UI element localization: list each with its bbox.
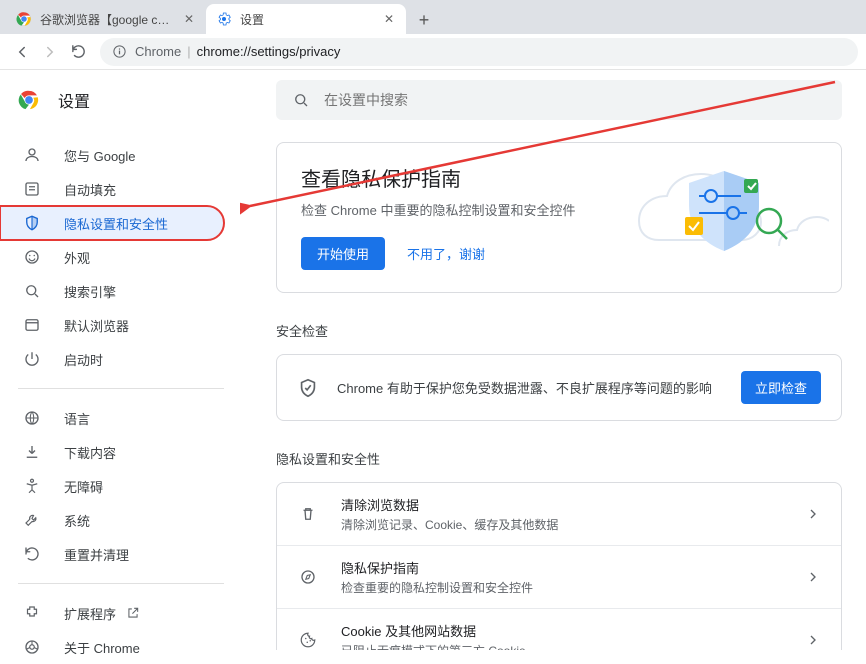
sidebar-item-downloads[interactable]: 下载内容 (0, 435, 224, 469)
close-icon[interactable]: ✕ (382, 12, 396, 26)
compass-icon (297, 566, 319, 588)
sidebar-item-default-browser[interactable]: 默认浏览器 (0, 308, 224, 342)
sidebar-item-label: 隐私设置和安全性 (64, 214, 168, 233)
sidebar-item-on-startup[interactable]: 启动时 (0, 342, 224, 376)
sidebar-item-about-chrome[interactable]: 关于 Chrome (0, 630, 224, 664)
search-icon (292, 91, 310, 109)
globe-icon (22, 408, 42, 428)
sidebar-item-privacy[interactable]: 隐私设置和安全性 (0, 206, 224, 240)
sidebar-item-label: 关于 Chrome (64, 638, 140, 657)
page-title: 设置 (58, 88, 90, 112)
tab-title: 谷歌浏览器【google chrome】 (40, 11, 176, 28)
browser-tab[interactable]: 谷歌浏览器【google chrome】 ✕ (6, 4, 206, 34)
extension-icon (22, 603, 42, 623)
sidebar-item-search-engine[interactable]: 搜索引擎 (0, 274, 224, 308)
privacy-row-guide[interactable]: 隐私保护指南 检查重要的隐私控制设置和安全控件 (277, 545, 841, 608)
safety-section-label: 安全检查 (276, 321, 842, 340)
sidebar-item-label: 您与 Google (64, 146, 136, 165)
sidebar-item-system[interactable]: 系统 (0, 503, 224, 537)
chevron-right-icon (805, 506, 821, 522)
sidebar-item-reset[interactable]: 重置并清理 (0, 537, 224, 571)
omnibox-separator: | (187, 44, 190, 59)
restore-icon (22, 544, 42, 564)
privacy-row-title: 隐私保护指南 (341, 558, 805, 577)
sidebar-item-label: 外观 (64, 248, 90, 267)
autofill-icon (22, 179, 42, 199)
sidebar-item-you-and-google[interactable]: 您与 Google (0, 138, 224, 172)
sidebar-item-label: 下载内容 (64, 443, 116, 462)
sidebar-item-label: 启动时 (64, 350, 103, 369)
download-icon (22, 442, 42, 462)
safety-check-button[interactable]: 立即检查 (741, 371, 821, 404)
privacy-row-title: Cookie 及其他网站数据 (341, 621, 805, 640)
forward-button[interactable] (36, 38, 64, 66)
tab-title: 设置 (240, 11, 376, 28)
power-icon (22, 349, 42, 369)
privacy-guide-illustration (629, 151, 829, 271)
sidebar-item-autofill[interactable]: 自动填充 (0, 172, 224, 206)
privacy-guide-card: 查看隐私保护指南 检查 Chrome 中重要的隐私控制设置和安全控件 开始使用 … (276, 142, 842, 293)
omnibox[interactable]: Chrome | chrome://settings/privacy (100, 38, 858, 66)
sidebar-separator (18, 583, 224, 584)
settings-search[interactable] (276, 80, 842, 120)
accessibility-icon (22, 476, 42, 496)
reload-button[interactable] (64, 38, 92, 66)
sidebar-item-appearance[interactable]: 外观 (0, 240, 224, 274)
sidebar-separator (18, 388, 224, 389)
settings-main: 查看隐私保护指南 检查 Chrome 中重要的隐私控制设置和安全控件 开始使用 … (242, 70, 866, 650)
privacy-row-cookies[interactable]: Cookie 及其他网站数据 已阻止无痕模式下的第三方 Cookie (277, 608, 841, 650)
safety-check-card: Chrome 有助于保护您免受数据泄露、不良扩展程序等问题的影响 立即检查 (276, 354, 842, 421)
tab-favicon-chrome (16, 11, 32, 27)
privacy-list-card: 清除浏览数据 清除浏览记录、Cookie、缓存及其他数据 隐私保护指南 检查重要… (276, 482, 842, 650)
privacy-row-title: 清除浏览数据 (341, 495, 805, 514)
sidebar-item-label: 默认浏览器 (64, 316, 129, 335)
toolbar: Chrome | chrome://settings/privacy (0, 34, 866, 70)
privacy-row-subtitle: 检查重要的隐私控制设置和安全控件 (341, 579, 805, 596)
chrome-logo-icon (18, 89, 40, 111)
chevron-right-icon (805, 632, 821, 648)
close-icon[interactable]: ✕ (182, 12, 196, 26)
search-icon (22, 281, 42, 301)
external-link-icon (126, 606, 140, 620)
sidebar-item-languages[interactable]: 语言 (0, 401, 224, 435)
browser-icon (22, 315, 42, 335)
new-tab-button[interactable]: + (410, 6, 438, 34)
site-info-icon[interactable] (112, 44, 127, 59)
privacy-row-subtitle: 清除浏览记录、Cookie、缓存及其他数据 (341, 516, 805, 533)
tab-strip: 谷歌浏览器【google chrome】 ✕ 设置 ✕ + (0, 0, 866, 34)
back-button[interactable] (8, 38, 36, 66)
sidebar-item-label: 无障碍 (64, 477, 103, 496)
privacy-row-subtitle: 已阻止无痕模式下的第三方 Cookie (341, 642, 805, 650)
browser-tab-active[interactable]: 设置 ✕ (206, 4, 406, 34)
appearance-icon (22, 247, 42, 267)
wrench-icon (22, 510, 42, 530)
sidebar-item-label: 自动填充 (64, 180, 116, 199)
trash-icon (297, 503, 319, 525)
privacy-guide-start-button[interactable]: 开始使用 (301, 237, 385, 270)
chevron-right-icon (805, 569, 821, 585)
omnibox-url: chrome://settings/privacy (197, 44, 341, 59)
sidebar-item-accessibility[interactable]: 无障碍 (0, 469, 224, 503)
settings-search-input[interactable] (324, 92, 826, 108)
sidebar-item-label: 搜索引擎 (64, 282, 116, 301)
shield-check-icon (297, 377, 319, 399)
sidebar-header: 设置 (0, 76, 242, 124)
safety-check-text: Chrome 有助于保护您免受数据泄露、不良扩展程序等问题的影响 (337, 378, 741, 397)
person-icon (22, 145, 42, 165)
sidebar-item-label: 语言 (64, 409, 90, 428)
chrome-outline-icon (22, 637, 42, 657)
cookie-icon (297, 629, 319, 650)
sidebar-item-label: 系统 (64, 511, 90, 530)
privacy-guide-dismiss-button[interactable]: 不用了，谢谢 (397, 237, 495, 270)
tab-favicon-settings (216, 11, 232, 27)
sidebar-item-label: 重置并清理 (64, 545, 129, 564)
privacy-row-clear-data[interactable]: 清除浏览数据 清除浏览记录、Cookie、缓存及其他数据 (277, 483, 841, 545)
shield-icon (22, 213, 42, 233)
settings-sidebar: 设置 您与 Google 自动填充 隐私设置和安全性 外观 搜索引擎 默认浏览器 (0, 70, 242, 650)
omnibox-label: Chrome (135, 44, 181, 59)
privacy-section-label: 隐私设置和安全性 (276, 449, 842, 468)
sidebar-item-label: 扩展程序 (64, 604, 116, 623)
sidebar-item-extensions[interactable]: 扩展程序 (0, 596, 224, 630)
